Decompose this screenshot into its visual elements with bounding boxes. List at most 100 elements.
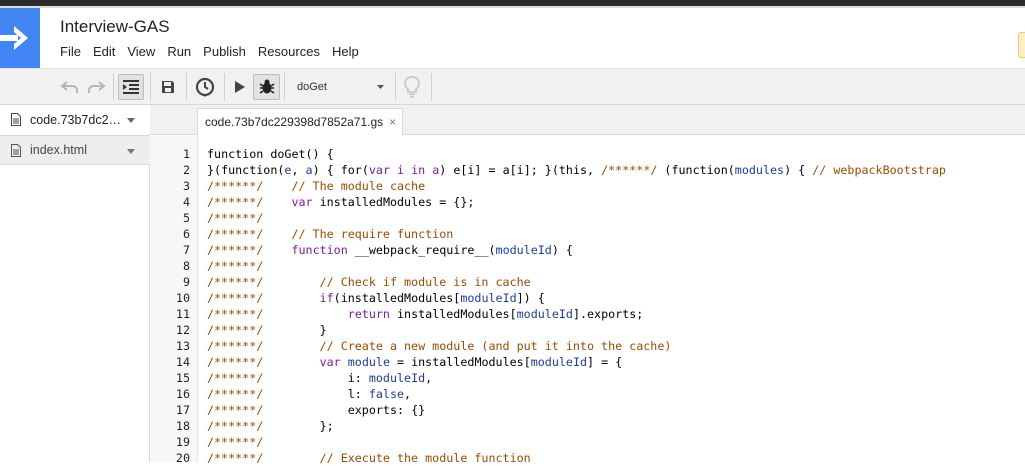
code-line[interactable]: 4 /******/ var installedModules = {}; (150, 194, 1025, 210)
document-icon (11, 113, 21, 126)
code-line[interactable]: 8 /******/ (150, 258, 1025, 274)
code-line[interactable]: 15 /******/ i: moduleId, (150, 370, 1025, 386)
code-text: /******/ i: moduleId, (207, 371, 433, 385)
code-line[interactable]: 10 /******/ if(installedModules[moduleId]… (150, 290, 1025, 306)
arrow-right-icon (0, 26, 28, 50)
toolbar-divider (395, 73, 396, 101)
code-text: function doGet() { (207, 147, 334, 161)
file-item-index-html[interactable]: index.html (0, 135, 150, 165)
menu-run[interactable]: Run (161, 43, 197, 61)
line-number: 11 (175, 307, 190, 321)
run-button[interactable] (229, 74, 251, 100)
code-text: /******/ (207, 211, 264, 225)
chevron-down-icon[interactable] (127, 118, 135, 123)
code-line[interactable]: 18 /******/ }; (150, 418, 1025, 434)
line-number: 20 (175, 451, 190, 465)
chevron-down-icon (377, 85, 384, 89)
menu-resources[interactable]: Resources (252, 43, 326, 61)
line-number: 15 (175, 371, 190, 385)
toolbar-divider (150, 73, 151, 101)
line-number: 16 (175, 387, 190, 401)
menu-help[interactable]: Help (326, 43, 365, 61)
project-title[interactable]: Interview-GAS (60, 17, 170, 37)
code-line[interactable]: 14 /******/ var module = installedModules… (150, 354, 1025, 370)
code-text: /******/ (207, 259, 264, 273)
window-top-strip (0, 0, 1025, 8)
code-text: /******/ // The require function (207, 227, 454, 241)
line-number: 17 (175, 403, 190, 417)
menu-bar: File Edit View Run Publish Resources Hel… (54, 43, 365, 61)
line-number: 4 (182, 195, 190, 209)
toolbar-divider (224, 73, 225, 101)
line-number: 6 (182, 227, 190, 241)
line-number: 2 (182, 163, 190, 177)
line-number: 10 (175, 291, 190, 305)
code-line[interactable]: 11 /******/ return installedModules[modul… (150, 306, 1025, 322)
file-sidebar: code.73b7dc229398d7852a71.gs index.html (0, 105, 150, 462)
code-line[interactable]: 5 /******/ (150, 210, 1025, 226)
code-line[interactable]: 6 /******/ // The require function (150, 226, 1025, 242)
code-text: /******/ function __webpack_require__(mo… (207, 243, 573, 257)
code-text: /******/ // Execute the module function (207, 451, 531, 465)
redo-icon (88, 81, 105, 93)
code-text: /******/ // Check if module is in cache (207, 275, 531, 289)
toolbar-divider (431, 73, 432, 101)
code-text: /******/ // The module cache (207, 179, 426, 193)
run-play-icon (235, 81, 245, 93)
line-number: 7 (182, 243, 190, 257)
file-name: index.html (30, 143, 87, 157)
file-name: code.73b7dc229398d7852a71.gs (30, 113, 122, 127)
code-text: /******/ var installedModules = {}; (207, 195, 475, 209)
code-text: /******/ var module = installedModules[m… (207, 355, 623, 369)
document-icon (11, 144, 21, 157)
toolbar-divider (113, 73, 114, 101)
file-item-code-gs[interactable]: code.73b7dc229398d7852a71.gs (0, 105, 150, 135)
triggers-clock-icon (195, 77, 215, 97)
line-number: 13 (175, 339, 190, 353)
indent-icon (123, 80, 139, 94)
close-icon[interactable]: × (389, 116, 396, 128)
notification-badge[interactable] (1018, 32, 1025, 58)
suggestions-button[interactable] (399, 74, 425, 100)
code-line[interactable]: 17 /******/ exports: {} (150, 402, 1025, 418)
lightbulb-icon (404, 76, 420, 98)
code-line[interactable]: 13 /******/ // Create a new module (and p… (150, 338, 1025, 354)
code-line[interactable]: 20 /******/ // Execute the module functio… (150, 450, 1025, 466)
function-select[interactable]: doGet (287, 74, 393, 100)
editor-tab-label: code.73b7dc229398d7852a71.gs (205, 115, 384, 129)
code-line[interactable]: 7 /******/ function __webpack_require__(m… (150, 242, 1025, 258)
editor-tab-code-gs[interactable]: code.73b7dc229398d7852a71.gs × (197, 108, 404, 136)
code-text: }(function(e, a) { for(var i in a) e[i] … (207, 163, 946, 177)
code-line[interactable]: 3 /******/ // The module cache (150, 178, 1025, 194)
apps-script-logo[interactable] (0, 8, 40, 68)
code-text: /******/ if(installedModules[moduleId]) … (207, 291, 545, 305)
menu-file[interactable]: File (54, 43, 87, 61)
code-line[interactable]: 9 /******/ // Check if module is in cache (150, 274, 1025, 290)
line-number: 18 (175, 419, 190, 433)
indent-toggle-button[interactable] (118, 74, 144, 100)
toolbar-divider (186, 73, 187, 101)
redo-button[interactable] (84, 74, 108, 100)
undo-button[interactable] (58, 74, 82, 100)
chevron-down-icon[interactable] (127, 149, 135, 154)
debug-button[interactable] (253, 74, 280, 100)
code-text: /******/ (207, 435, 264, 449)
code-text: /******/ exports: {} (207, 403, 426, 417)
code-line[interactable]: 1 function doGet() { (150, 146, 1025, 162)
menu-publish[interactable]: Publish (197, 43, 252, 61)
code-line[interactable]: 2 }(function(e, a) { for(var i in a) e[i]… (150, 162, 1025, 178)
code-line[interactable]: 16 /******/ l: false, (150, 386, 1025, 402)
code-line[interactable]: 19 /******/ (150, 434, 1025, 450)
toolbar: doGet (0, 68, 1025, 105)
triggers-button[interactable] (192, 74, 218, 100)
code-text: /******/ } (207, 323, 327, 337)
menu-edit[interactable]: Edit (87, 43, 121, 61)
save-button[interactable] (156, 74, 180, 100)
line-number: 9 (182, 275, 190, 289)
toolbar-divider (284, 73, 285, 101)
code-line[interactable]: 12 /******/ } (150, 322, 1025, 338)
code-text: /******/ return installedModules[moduleI… (207, 307, 644, 321)
line-number: 14 (175, 355, 190, 369)
code-text: /******/ // Create a new module (and put… (207, 339, 672, 353)
menu-view[interactable]: View (121, 43, 161, 61)
